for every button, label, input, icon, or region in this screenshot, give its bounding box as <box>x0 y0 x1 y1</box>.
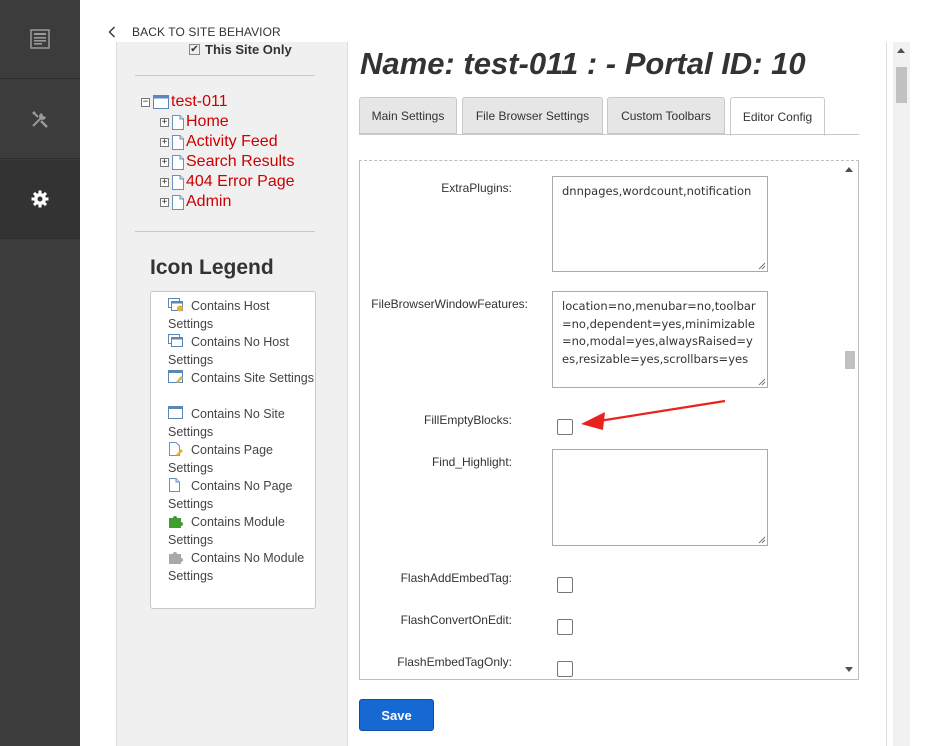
tree-node-label: 404 Error Page <box>186 173 295 190</box>
page-settings-icon <box>168 442 184 456</box>
tree-node-admin[interactable]: + Admin <box>160 193 231 211</box>
tab-editor-config[interactable]: Editor Config <box>730 97 825 136</box>
site-only-option[interactable]: ✔ This Site Only <box>189 42 292 57</box>
flash-embed-tag-only-label: FlashEmbedTagOnly: <box>397 655 512 669</box>
page-title: Name: test-011 : - Portal ID: 10 <box>360 46 806 81</box>
resize-grip-icon[interactable] <box>757 535 766 544</box>
legend-item-page-settings: Contains Page Settings <box>168 442 274 475</box>
fill-empty-blocks-label: FillEmptyBlocks: <box>423 413 512 427</box>
back-to-site-behavior-link[interactable]: BACK TO SITE BEHAVIOR <box>108 22 281 42</box>
expand-toggle-icon[interactable]: + <box>160 197 169 207</box>
file-browser-window-features-textarea[interactable]: location=no,menubar=no,toolbar=no,depend… <box>552 291 768 388</box>
page-icon <box>172 174 184 190</box>
tree-node-activity-feed[interactable]: + Activity Feed <box>160 133 278 151</box>
tree-node-label: Admin <box>186 193 232 210</box>
host-settings-icon <box>168 298 184 312</box>
collapse-toggle-icon[interactable]: − <box>141 97 150 107</box>
page-scrollbar-thumb[interactable] <box>896 67 907 103</box>
resize-grip-icon[interactable] <box>757 377 766 386</box>
chevron-left-icon <box>108 26 115 38</box>
save-button[interactable]: Save <box>359 699 434 731</box>
no-module-settings-icon <box>168 550 184 564</box>
legend-item-no-module-settings: Contains No Module Settings <box>168 550 305 583</box>
page-icon <box>172 134 184 150</box>
expand-toggle-icon[interactable]: + <box>160 137 169 147</box>
rail-item-content[interactable] <box>0 0 80 79</box>
no-host-settings-icon <box>168 334 184 348</box>
tree-node-label: Activity Feed <box>186 133 278 150</box>
scroll-down-arrow-icon[interactable] <box>845 667 853 673</box>
back-link-label: BACK TO SITE BEHAVIOR <box>132 25 281 39</box>
site-settings-icon <box>168 370 184 384</box>
flash-convert-on-edit-checkbox[interactable] <box>557 619 573 635</box>
site-only-checkbox[interactable]: ✔ <box>189 44 200 55</box>
expand-toggle-icon[interactable]: + <box>160 177 169 187</box>
fill-empty-blocks-checkbox[interactable] <box>557 419 573 435</box>
legend-item-host-settings: Contains Host Settings <box>168 298 270 331</box>
icon-legend-title: Icon Legend <box>150 256 274 279</box>
tree-node-search-results[interactable]: + Search Results <box>160 153 295 171</box>
document-list-icon <box>30 29 50 49</box>
page-icon <box>172 194 184 210</box>
scroll-up-arrow-icon[interactable] <box>897 47 905 53</box>
editor-config-panel: Name: test-011 : - Portal ID: 10 Main Se… <box>349 42 887 746</box>
no-site-settings-icon <box>168 406 184 420</box>
config-scrollbar-thumb[interactable] <box>845 351 855 369</box>
legend-item-module-settings: Contains Module Settings <box>168 514 285 547</box>
tree-node-404-error-page[interactable]: + 404 Error Page <box>160 173 295 191</box>
flash-convert-on-edit-label: FlashConvertOnEdit: <box>400 613 512 627</box>
page-scrollbar[interactable] <box>893 42 910 746</box>
extra-plugins-label: ExtraPlugins: <box>441 181 512 195</box>
divider <box>135 75 315 76</box>
tab-custom-toolbars[interactable]: Custom Toolbars <box>607 97 725 134</box>
tools-icon <box>32 111 48 128</box>
flash-add-embed-tag-checkbox[interactable] <box>557 577 573 593</box>
config-scrollbar[interactable] <box>841 161 858 679</box>
tree-root-node[interactable]: − test-011 <box>141 93 228 111</box>
legend-item-no-page-settings: Contains No Page Settings <box>168 478 293 511</box>
flash-embed-tag-only-checkbox[interactable] <box>557 661 573 677</box>
legend-item-no-site-settings: Contains No Site Settings <box>168 406 285 439</box>
rail-item-tools[interactable] <box>0 80 80 159</box>
expand-toggle-icon[interactable]: + <box>160 117 169 127</box>
left-rail <box>0 0 80 746</box>
scroll-up-arrow-icon[interactable] <box>845 166 853 172</box>
expand-toggle-icon[interactable]: + <box>160 157 169 167</box>
find-highlight-textarea[interactable] <box>552 449 768 546</box>
tab-strip-border <box>359 134 859 135</box>
tree-node-label: Search Results <box>186 153 295 170</box>
page-icon <box>172 114 184 130</box>
no-page-settings-icon <box>168 478 184 492</box>
site-only-label: This Site Only <box>205 42 292 57</box>
tree-node-label: Home <box>186 113 229 130</box>
divider <box>135 231 315 232</box>
rail-item-settings[interactable] <box>0 160 80 239</box>
module-settings-icon <box>168 514 184 528</box>
icon-legend-box: Contains Host Settings Contains No Host … <box>150 291 316 609</box>
tab-file-browser-settings[interactable]: File Browser Settings <box>462 97 603 134</box>
tree-node-home[interactable]: + Home <box>160 113 229 131</box>
find-highlight-label: Find_Highlight: <box>431 455 512 469</box>
resize-grip-icon[interactable] <box>757 261 766 270</box>
tree-root-label: test-011 <box>171 93 228 110</box>
tab-main-settings[interactable]: Main Settings <box>359 97 457 134</box>
annotation-arrow-icon <box>581 399 726 430</box>
page-icon <box>172 154 184 170</box>
gear-icon <box>31 190 49 208</box>
flash-add-embed-tag-label: FlashAddEmbedTag: <box>400 571 512 585</box>
site-page-icon <box>153 95 169 109</box>
legend-item-site-settings: Contains Site Settings <box>168 369 314 387</box>
app-root: BACK TO SITE BEHAVIOR ✔ This Site Only −… <box>0 0 940 746</box>
extra-plugins-textarea[interactable]: dnnpages,wordcount,notification <box>552 176 768 272</box>
site-tree-panel: ✔ This Site Only − test-011 + Home + Act… <box>116 42 348 746</box>
file-browser-window-features-label: FileBrowserWindowFeatures: <box>371 297 528 311</box>
legend-item-no-host-settings: Contains No Host Settings <box>168 334 289 367</box>
